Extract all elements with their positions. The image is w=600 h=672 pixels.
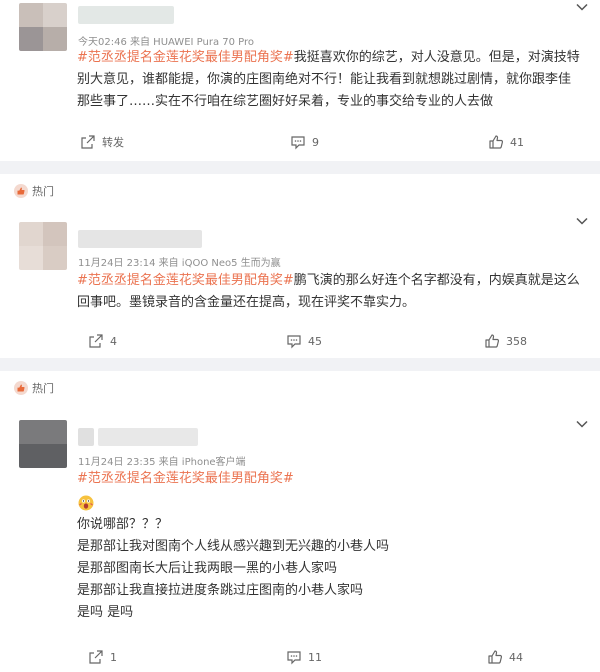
comment-text: 你说哪部？？？ 是那部让我对图南个人线从感兴趣到无兴趣的小巷人吗 是那部图南长大… <box>77 517 390 620</box>
share-count: 1 <box>110 650 117 664</box>
like-count: 358 <box>506 334 527 348</box>
thumbs-up-icon <box>14 381 28 395</box>
avatar[interactable] <box>19 420 67 468</box>
share-button[interactable]: 转发 <box>80 134 124 150</box>
comment-text: #范丞丞提名金莲花奖最佳男配角奖#鹏飞演的那么好连个名字都没有，内娱真就是这么 … <box>77 273 580 310</box>
like-icon <box>489 135 504 149</box>
hot-label: 热门 <box>32 185 54 198</box>
chevron-down-icon[interactable] <box>575 214 589 228</box>
thumbs-up-icon <box>14 184 28 198</box>
like-button[interactable]: 358 <box>484 333 527 349</box>
share-button[interactable]: 1 <box>88 649 117 665</box>
comment-card-2: 热门 11月24日 23:14 来自 iQOO Neo5 生而为赢 #范丞丞提名… <box>0 174 600 358</box>
like-button[interactable]: 41 <box>488 134 524 150</box>
comment-count: 11 <box>308 650 322 664</box>
username-blurred[interactable] <box>98 428 198 446</box>
screaming-face-emoji <box>78 495 94 511</box>
username-blurred[interactable] <box>78 6 174 24</box>
like-icon <box>485 334 500 348</box>
hot-label: 热门 <box>32 382 54 395</box>
comment-topic: #范丞丞提名金莲花奖最佳男配角奖# <box>77 468 587 490</box>
avatar[interactable] <box>19 3 67 51</box>
comment-meta: 今天02:46 来自 HUAWEI Pura 70 Pro <box>78 37 255 48</box>
share-count: 4 <box>110 334 117 348</box>
comment-card-1: 今天02:46 来自 HUAWEI Pura 70 Pro #范丞丞提名金莲花奖… <box>0 0 600 161</box>
comment-icon <box>287 335 301 349</box>
comment-text: #范丞丞提名金莲花奖最佳男配角奖#我挺喜欢你的综艺，对人没意见。但是，对演技特 … <box>77 50 580 109</box>
share-label: 转发 <box>102 136 124 149</box>
hot-badge: 热门 <box>14 380 54 396</box>
comment-meta: 11月24日 23:35 来自 iPhone客户端 <box>78 457 246 468</box>
comment-button[interactable]: 11 <box>286 649 322 665</box>
comment-count: 9 <box>312 135 319 149</box>
share-button[interactable]: 4 <box>88 333 117 349</box>
like-button[interactable]: 44 <box>487 649 523 665</box>
chevron-down-icon[interactable] <box>575 417 589 431</box>
like-icon <box>488 650 503 664</box>
like-count: 41 <box>510 135 524 149</box>
username-blurred[interactable] <box>78 230 202 248</box>
comment-icon <box>291 136 305 150</box>
topic-tag[interactable]: #范丞丞提名金莲花奖最佳男配角奖# <box>77 50 294 65</box>
share-icon <box>81 135 95 149</box>
chevron-down-icon[interactable] <box>575 0 589 14</box>
hot-badge: 热门 <box>14 183 54 199</box>
avatar[interactable] <box>19 222 67 270</box>
username-blurred[interactable] <box>78 428 94 446</box>
comment-button[interactable]: 45 <box>286 333 322 349</box>
like-count: 44 <box>509 650 523 664</box>
comment-button[interactable]: 9 <box>290 134 319 150</box>
share-icon <box>89 650 103 664</box>
comment-meta: 11月24日 23:14 来自 iQOO Neo5 生而为赢 <box>78 258 281 269</box>
topic-tag[interactable]: #范丞丞提名金莲花奖最佳男配角奖# <box>77 471 294 486</box>
topic-tag[interactable]: #范丞丞提名金莲花奖最佳男配角奖# <box>77 273 294 288</box>
comment-count: 45 <box>308 334 322 348</box>
share-icon <box>89 334 103 348</box>
comment-card-3: 热门 11月24日 23:35 来自 iPhone客户端 #范丞丞提名金莲花奖最… <box>0 371 600 672</box>
comment-icon <box>287 651 301 665</box>
